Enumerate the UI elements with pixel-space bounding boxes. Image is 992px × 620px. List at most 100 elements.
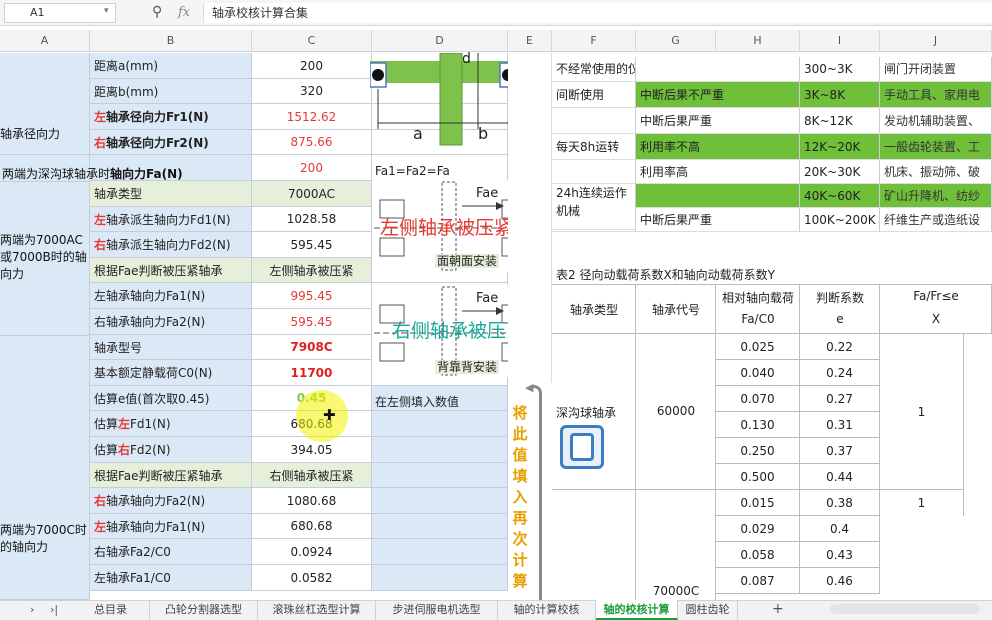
deep-groove-x[interactable]: 1 xyxy=(880,334,964,490)
d-cell[interactable] xyxy=(372,411,508,437)
service-cell-j[interactable]: 闸门开闭装置 xyxy=(880,57,992,82)
value-cell[interactable]: 875.66 xyxy=(252,130,372,155)
service-cell-f[interactable]: 不经常使用的仪器和设备 xyxy=(552,57,636,82)
value-cell[interactable]: 1080.68 xyxy=(252,488,372,514)
deep-groove-code-cell[interactable] xyxy=(636,334,716,490)
coefficient-cell[interactable]: 0.040 xyxy=(716,360,800,386)
service-cell-f[interactable]: 24h连续运作机械 xyxy=(552,184,636,230)
value-cell[interactable]: 0.0582 xyxy=(252,565,372,591)
d-cell[interactable] xyxy=(372,539,508,565)
coefficient-cell[interactable]: 0.44 xyxy=(800,464,880,490)
service-cell-g[interactable] xyxy=(636,57,800,82)
value-cell[interactable]: 200 xyxy=(252,155,372,181)
service-cell-f[interactable] xyxy=(552,160,636,184)
value-cell[interactable]: 7000AC xyxy=(252,181,372,207)
coefficient-cell[interactable]: 0.37 xyxy=(800,438,880,464)
sheet-tab[interactable]: 步进伺服电机选型 xyxy=(376,600,498,620)
service-cell-f[interactable] xyxy=(552,108,636,134)
coefficient-cell[interactable]: 0.130 xyxy=(716,412,800,438)
sheet-tab[interactable]: 轴的校核计算 xyxy=(596,600,678,620)
angular-x[interactable]: 1 xyxy=(880,490,964,516)
value-cell[interactable]: 左侧轴承被压紧 xyxy=(252,258,372,283)
column-header-e[interactable]: E xyxy=(508,30,552,52)
service-cell-g[interactable]: 中断后果严重 xyxy=(636,108,800,134)
service-cell-g[interactable]: 利用率高 xyxy=(636,160,800,184)
horizontal-scrollbar[interactable] xyxy=(830,604,980,614)
service-cell-f[interactable]: 每天8h运转 xyxy=(552,134,636,160)
label-cell[interactable]: 估算e值(首次取0.45) xyxy=(90,386,252,411)
label-cell[interactable]: 左轴承径向力Fr1(N) xyxy=(90,104,252,130)
service-cell-j[interactable]: 一般齿轮装置、工 xyxy=(880,134,992,160)
label-cell[interactable]: 估算左 Fd1(N) xyxy=(90,411,252,437)
coefficient-cell[interactable]: 0.087 xyxy=(716,568,800,594)
coefficient-cell[interactable]: 0.24 xyxy=(800,360,880,386)
sheet-tab[interactable]: 凸轮分割器选型 xyxy=(150,600,258,620)
coefficient-cell[interactable]: 0.22 xyxy=(800,334,880,360)
label-cell[interactable]: 左轴承轴向力Fa1(N) xyxy=(90,514,252,539)
formula-input[interactable] xyxy=(203,3,992,23)
tab-nav-last-icon[interactable]: ›| xyxy=(50,604,58,615)
label-cell[interactable]: 估算右 Fd2(N) xyxy=(90,437,252,463)
add-sheet-icon[interactable]: + xyxy=(772,602,784,616)
value-cell[interactable]: 7908C xyxy=(252,335,372,360)
d-cell[interactable] xyxy=(372,565,508,591)
value-cell[interactable]: 1028.58 xyxy=(252,207,372,232)
column-header-g[interactable]: G xyxy=(636,30,716,52)
service-cell-i[interactable]: 40K~60K xyxy=(800,184,880,208)
a-merged-cell[interactable] xyxy=(0,336,90,600)
zoom-icon[interactable]: ⚲ xyxy=(152,5,162,19)
value-cell[interactable]: 680.68 xyxy=(252,514,372,539)
label-cell[interactable]: 左轴承轴向力Fa1(N) xyxy=(90,283,252,309)
service-cell-g[interactable] xyxy=(636,184,800,208)
label-cell[interactable]: 右轴承派生轴向力Fd2(N) xyxy=(90,232,252,258)
column-header-d[interactable]: D xyxy=(372,30,508,52)
coefficient-cell[interactable]: 0.029 xyxy=(716,516,800,542)
coefficient-cell[interactable]: 0.4 xyxy=(800,516,880,542)
value-cell[interactable]: 0.0924 xyxy=(252,539,372,565)
label-cell[interactable]: 距离a(mm) xyxy=(90,53,252,79)
label-cell[interactable]: 轴承类型 xyxy=(90,181,252,207)
value-cell[interactable]: 1512.62 xyxy=(252,104,372,130)
coefficient-cell[interactable]: 0.015 xyxy=(716,490,800,516)
d-cell[interactable] xyxy=(372,488,508,514)
value-cell[interactable]: 320 xyxy=(252,79,372,104)
sheet-tab[interactable]: 圆柱齿轮 xyxy=(678,600,738,620)
service-cell-i[interactable]: 20K~30K xyxy=(800,160,880,184)
coefficient-cell[interactable]: 0.31 xyxy=(800,412,880,438)
coefficient-cell[interactable]: 0.058 xyxy=(716,542,800,568)
label-cell[interactable]: 右轴承Fa2/C0 xyxy=(90,539,252,565)
column-header-a[interactable]: A xyxy=(0,30,90,52)
tab-nav-next-icon[interactable]: › xyxy=(30,604,34,615)
angular-code-cell[interactable] xyxy=(636,490,716,600)
label-cell[interactable]: 右轴承轴向力Fa2(N) xyxy=(90,488,252,514)
service-cell-j[interactable]: 纤维生产或造纸设 xyxy=(880,208,992,232)
sheet-tab[interactable]: 滚珠丝杠选型计算 xyxy=(258,600,376,620)
value-cell[interactable]: 595.45 xyxy=(252,232,372,258)
label-cell[interactable]: 右轴承轴向力Fa2(N) xyxy=(90,309,252,335)
service-cell-i[interactable]: 8K~12K xyxy=(800,108,880,134)
label-cell[interactable]: 轴承型号 xyxy=(90,335,252,360)
label-cell[interactable]: 根据Fae判断被压紧轴承 xyxy=(90,258,252,283)
service-cell-i[interactable]: 100K~200K xyxy=(800,208,880,232)
column-header-h[interactable]: H xyxy=(716,30,800,52)
label-cell[interactable]: 距离b(mm) xyxy=(90,79,252,104)
column-header-i[interactable]: I xyxy=(800,30,880,52)
label-cell[interactable]: 左轴承派生轴向力Fd1(N) xyxy=(90,207,252,232)
service-cell-i[interactable]: 12K~20K xyxy=(800,134,880,160)
service-cell-i[interactable]: 300~3K xyxy=(800,57,880,82)
service-cell-g[interactable]: 中断后果严重 xyxy=(636,208,800,232)
label-cell[interactable]: 右轴承径向力Fr2(N) xyxy=(90,130,252,155)
column-header-j[interactable]: J xyxy=(880,30,992,52)
d-cell[interactable] xyxy=(372,437,508,463)
value-cell[interactable]: 595.45 xyxy=(252,309,372,335)
d-cell[interactable] xyxy=(372,514,508,539)
coefficient-cell[interactable]: 0.025 xyxy=(716,334,800,360)
coefficient-cell[interactable]: 0.070 xyxy=(716,386,800,412)
value-cell[interactable]: 394.05 xyxy=(252,437,372,463)
service-cell-i[interactable]: 3K~8K xyxy=(800,82,880,108)
service-cell-g[interactable]: 利用率不高 xyxy=(636,134,800,160)
value-cell[interactable]: 995.45 xyxy=(252,283,372,309)
fx-icon[interactable]: fx xyxy=(178,6,190,19)
sheet-tab[interactable]: 总目录 xyxy=(72,600,150,620)
service-cell-j[interactable]: 矿山升降机、纺纱 xyxy=(880,184,992,208)
